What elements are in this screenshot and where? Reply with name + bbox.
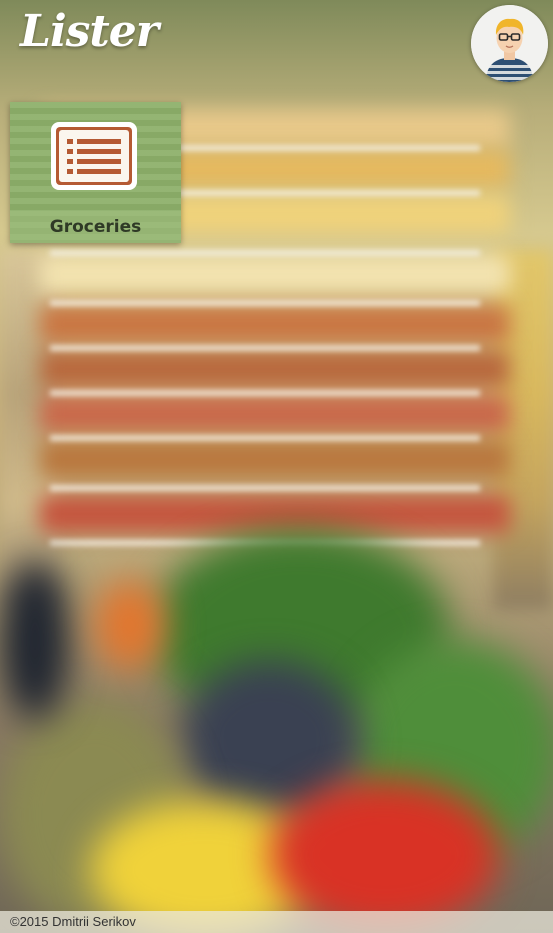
background-shelf-band	[40, 495, 510, 533]
background-tomatoes	[270, 780, 500, 930]
app-logo[interactable]: Lister	[20, 6, 159, 57]
background-shelf-band	[40, 395, 510, 433]
background-shelf-edge	[50, 485, 480, 491]
user-avatar-illustration	[471, 5, 548, 82]
background-bottle	[0, 560, 70, 720]
list-tile-groceries[interactable]: Groceries	[10, 102, 181, 243]
background-shelf-edge	[50, 435, 480, 441]
background-shelf-edge	[50, 250, 480, 256]
list-tile-label: Groceries	[10, 211, 181, 243]
user-avatar-icon[interactable]	[471, 5, 548, 82]
background-shelf-edge	[50, 390, 480, 396]
background-shelf-band	[40, 305, 510, 343]
background-shelf-band	[40, 255, 510, 293]
background-shelf-band	[40, 440, 510, 478]
footer: ©2015 Dmitrii Serikov	[0, 911, 553, 933]
background-shelf-band	[40, 350, 510, 388]
background-shelf-edge	[50, 300, 480, 306]
app-header: Lister	[0, 0, 553, 90]
background-bottle-label	[95, 580, 165, 670]
copyright-text: ©2015 Dmitrii Serikov	[10, 914, 136, 929]
background-shelf-edge	[50, 345, 480, 351]
list-icon	[51, 122, 137, 190]
